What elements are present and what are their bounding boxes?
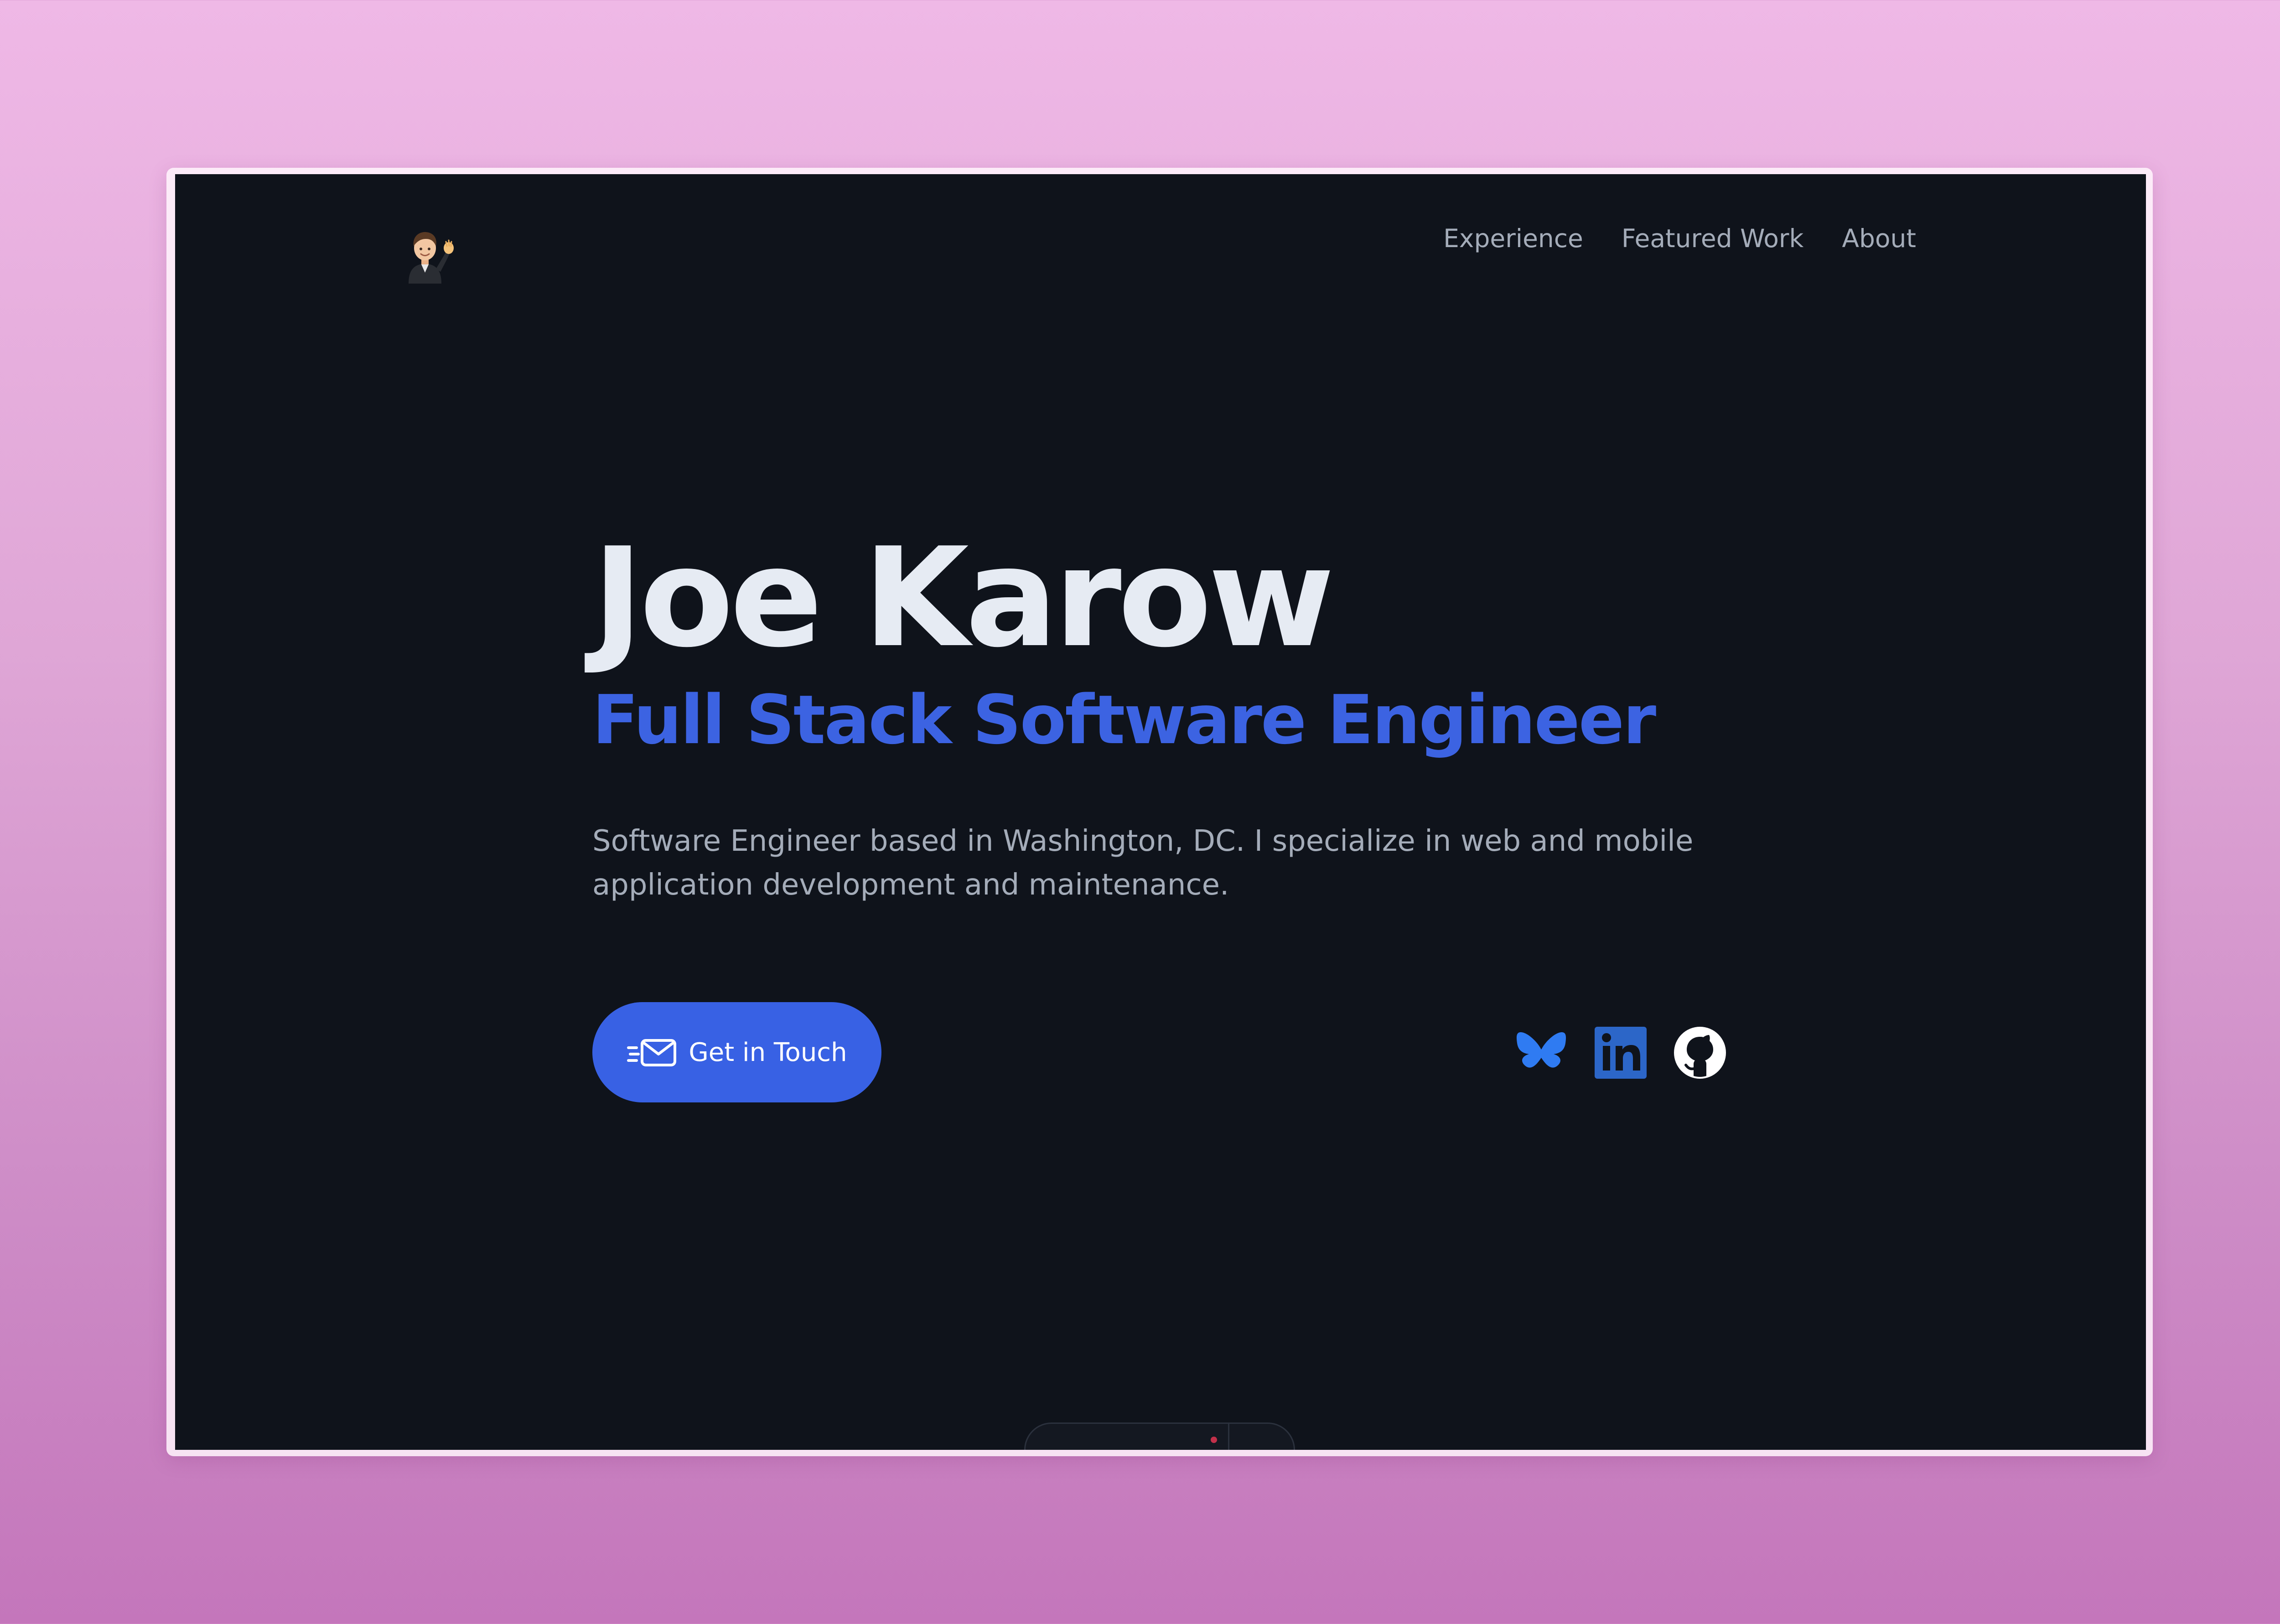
hero-name: Joe Karow [592,518,1335,678]
notification-dot [1211,1437,1217,1443]
toolbar-divider [1228,1424,1229,1450]
hero-actions: Get in Touch [592,1002,1728,1102]
mail-fast-icon [627,1039,677,1066]
nav-experience[interactable]: Experience [1443,223,1583,253]
bluesky-link[interactable] [1513,1025,1569,1081]
social-links [1513,1025,1728,1081]
browser-window: Experience Featured Work About Joe Karow… [175,174,2146,1450]
github-icon [1674,1027,1726,1079]
hero-description: Software Engineer based in Washington, D… [592,824,1694,902]
main-nav: Experience Featured Work About [1443,223,1916,253]
nav-about[interactable]: About [1842,223,1916,253]
github-link[interactable] [1672,1025,1728,1081]
hero-role: Full Stack Software Engineer [592,681,1656,759]
linkedin-link[interactable] [1593,1025,1648,1081]
dev-toolbar[interactable] [1024,1422,1295,1450]
waving-avatar-icon [409,232,454,284]
avatar-logo[interactable] [399,225,458,284]
get-in-touch-button[interactable]: Get in Touch [592,1002,881,1102]
hero-section: Joe Karow Full Stack Software Engineer S… [592,530,1824,907]
nav-featured-work[interactable]: Featured Work [1622,223,1804,253]
linkedin-icon [1595,1027,1647,1079]
bluesky-icon [1516,1032,1566,1068]
get-in-touch-label: Get in Touch [689,1037,847,1067]
